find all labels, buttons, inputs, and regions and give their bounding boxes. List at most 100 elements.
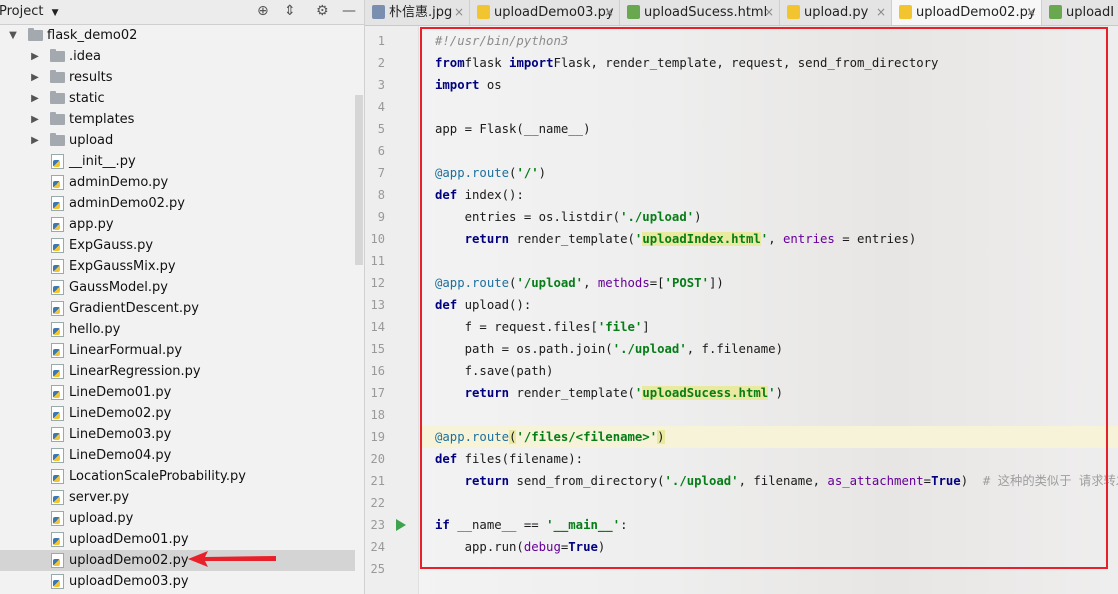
tree-folder[interactable]: ▶ upload: [0, 130, 355, 151]
tree-file[interactable]: LineDemo03.py: [0, 424, 355, 445]
tree-file[interactable]: uploadDemo02.py: [0, 550, 355, 571]
code-token: return: [464, 232, 510, 246]
editor-tab[interactable]: 朴信惠.jpg ×: [365, 0, 470, 25]
code-line: import os: [435, 74, 502, 96]
tree-item-label: upload.py: [69, 511, 134, 526]
code-token: render_template(: [509, 232, 635, 246]
editor-tab[interactable]: uploadI: [1042, 0, 1118, 25]
chevron-down-icon[interactable]: ▼: [8, 25, 18, 46]
code-token: ): [960, 474, 983, 488]
tree-file[interactable]: LineDemo01.py: [0, 382, 355, 403]
code-token: =[: [649, 276, 665, 290]
code-line: entries = os.listdir('./upload'): [435, 206, 702, 228]
tree-file[interactable]: ExpGaussMix.py: [0, 256, 355, 277]
folder-icon: [50, 91, 65, 104]
tree-file[interactable]: hello.py: [0, 319, 355, 340]
tree-file[interactable]: uploadDemo01.py: [0, 529, 355, 550]
code-token: ]): [708, 276, 724, 290]
line-number: 17: [370, 386, 385, 400]
tree-file[interactable]: __init__.py: [0, 151, 355, 172]
line-number: 24: [370, 540, 385, 554]
tree-file[interactable]: app.py: [0, 214, 355, 235]
locate-target-icon[interactable]: ⊕: [257, 3, 269, 19]
python-file-icon: [51, 175, 64, 190]
gear-icon[interactable]: ⚙: [316, 3, 329, 19]
code-token: True: [568, 540, 598, 554]
tree-file[interactable]: uploadDemo03.py: [0, 571, 355, 592]
code-token: uploadIndex.html: [642, 232, 761, 246]
tree-file[interactable]: LocationScaleProbability.py: [0, 466, 355, 487]
chevron-right-icon[interactable]: ▶: [30, 88, 40, 109]
tree-file[interactable]: adminDemo.py: [0, 172, 355, 193]
close-tab-icon[interactable]: ×: [604, 0, 614, 25]
tree-folder[interactable]: ▶ static: [0, 88, 355, 109]
close-tab-icon[interactable]: ×: [454, 0, 464, 25]
tree-folder[interactable]: ▶ results: [0, 67, 355, 88]
tab-label: upload.py: [804, 5, 869, 20]
tree-item-label: __init__.py: [69, 154, 136, 169]
line-number: 18: [370, 408, 385, 422]
tree-item-label: flask_demo02: [47, 28, 138, 43]
code-line: def index():: [435, 184, 524, 206]
close-tab-icon[interactable]: ×: [1026, 0, 1036, 25]
code-token: ): [694, 210, 702, 224]
chevron-right-icon[interactable]: ▶: [30, 46, 40, 67]
python-file-icon: [787, 5, 800, 19]
chevron-right-icon[interactable]: ▶: [30, 67, 40, 88]
tree-folder[interactable]: ▶ templates: [0, 109, 355, 130]
python-file-icon: [51, 280, 64, 295]
code-token: methods: [597, 276, 650, 290]
code-token: import: [509, 56, 554, 70]
code-line: if __name__ == '__main__':: [435, 514, 628, 536]
editor-tab[interactable]: uploadSucess.html ×: [620, 0, 780, 25]
close-tab-icon[interactable]: ×: [876, 0, 886, 25]
code-token: def: [435, 298, 458, 312]
code-editor[interactable]: 1 2 3 4 5 6 7 8 9 10 11 12 13 14 15 16 17 18 19 20 21 22 23 24 2…: [365, 26, 1118, 594]
tree-file[interactable]: ExpGauss.py: [0, 235, 355, 256]
editor-tab[interactable]: uploadDemo03.py ×: [470, 0, 620, 25]
tree-folder[interactable]: ▼ flask_demo02: [0, 25, 355, 46]
tree-file[interactable]: LinearRegression.py: [0, 361, 355, 382]
tree-file[interactable]: GaussModel.py: [0, 277, 355, 298]
code-token: if: [435, 518, 450, 532]
python-file-icon: [51, 490, 64, 505]
tab-label: uploadDemo03.py: [494, 5, 614, 20]
tree-scrollbar[interactable]: [355, 95, 363, 265]
close-tab-icon[interactable]: ×: [764, 0, 774, 25]
line-number: 16: [370, 364, 385, 378]
folder-icon: [50, 70, 65, 83]
chevron-right-icon[interactable]: ▶: [30, 130, 40, 151]
run-icon[interactable]: [395, 519, 407, 531]
code-token: f.save(path): [435, 364, 554, 378]
code-line: def upload():: [435, 294, 531, 316]
line-number: 9: [377, 210, 385, 224]
hide-panel-icon[interactable]: —: [342, 3, 356, 19]
collapse-all-icon[interactable]: ⇕: [284, 3, 296, 19]
line-number: 14: [370, 320, 385, 334]
editor-tab[interactable]: uploadDemo02.py ×: [892, 0, 1042, 25]
tree-file[interactable]: server.py: [0, 487, 355, 508]
tree-item-label: uploadDemo02.py: [69, 553, 189, 568]
project-view-selector[interactable]: Project ▼: [0, 4, 59, 19]
tree-file[interactable]: LineDemo04.py: [0, 445, 355, 466]
folder-icon: [50, 49, 65, 62]
tree-file[interactable]: LinearFormual.py: [0, 340, 355, 361]
line-number: 11: [370, 254, 385, 268]
code-token: ]: [642, 320, 650, 334]
tree-file[interactable]: LineDemo02.py: [0, 403, 355, 424]
code-token: =: [923, 474, 932, 488]
tree-item-label: server.py: [69, 490, 130, 505]
code-token: './upload': [612, 342, 687, 356]
code-token: , filename,: [738, 474, 828, 488]
tree-folder[interactable]: ▶ .idea: [0, 46, 355, 67]
tree-file[interactable]: adminDemo02.py: [0, 193, 355, 214]
chevron-right-icon[interactable]: ▶: [30, 109, 40, 130]
line-number: 4: [377, 100, 385, 114]
code-line: #!/usr/bin/python3: [435, 30, 568, 52]
editor-tab[interactable]: upload.py ×: [780, 0, 892, 25]
line-number: 20: [370, 452, 385, 466]
tree-file[interactable]: upload.py: [0, 508, 355, 529]
line-number: 8: [377, 188, 385, 202]
tree-item-label: LinearRegression.py: [69, 364, 201, 379]
tree-file[interactable]: GradientDescent.py: [0, 298, 355, 319]
